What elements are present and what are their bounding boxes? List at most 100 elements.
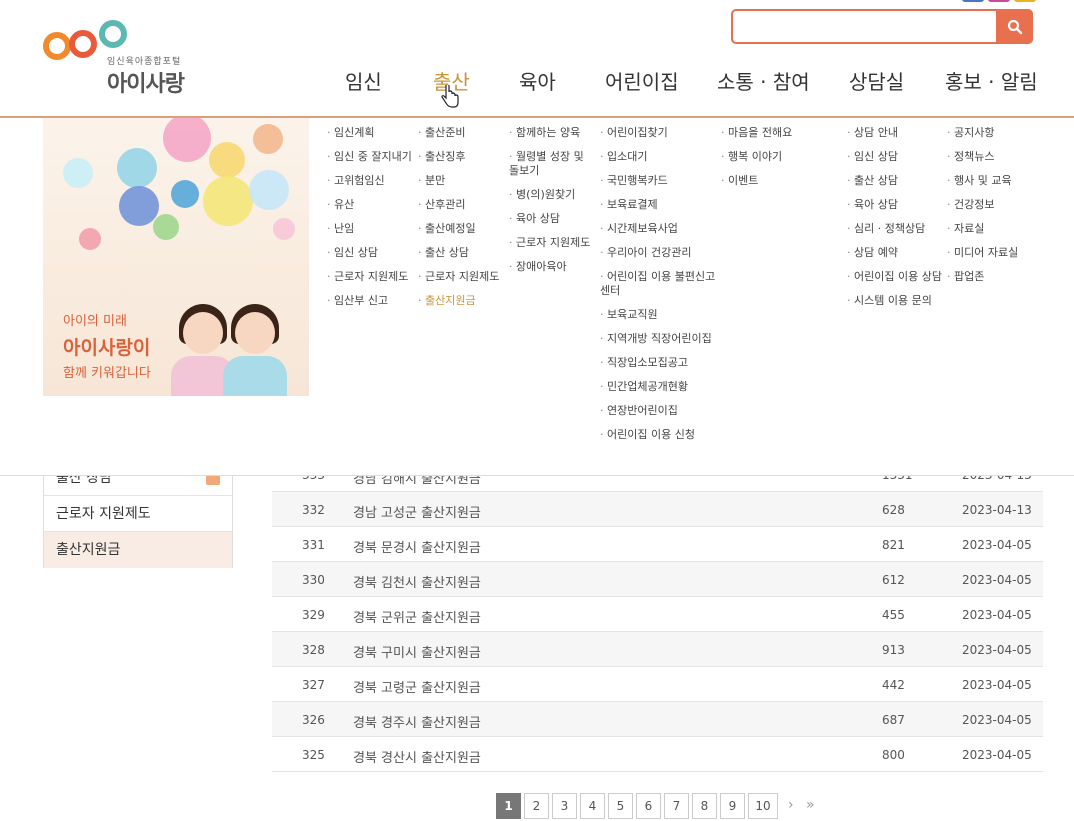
quick-link-pink[interactable] <box>988 0 1010 2</box>
cell-views: 687 <box>882 713 905 727</box>
sidebar-item-birth-subsidy[interactable]: 출산지원금 <box>44 532 232 568</box>
menu-item[interactable]: 자료실 <box>947 222 1047 236</box>
menu-item[interactable]: 이벤트 <box>721 174 831 188</box>
menu-item[interactable]: 임신 상담 <box>847 150 947 164</box>
cell-title[interactable]: 경북 구미시 출산지원금 <box>353 642 481 661</box>
nav-notice[interactable]: 홍보 · 알림 <box>945 66 1038 95</box>
menu-item[interactable]: 공지사항 <box>947 126 1047 140</box>
menu-item[interactable]: 행복 이야기 <box>721 150 831 164</box>
menu-item[interactable]: 보육교직원 <box>600 308 718 322</box>
search-button[interactable] <box>996 9 1033 44</box>
menu-item[interactable]: 국민행복카드 <box>600 174 718 188</box>
menu-item[interactable]: 보육료결제 <box>600 198 718 212</box>
menu-item[interactable]: 어린이집 이용 신청 <box>600 428 718 442</box>
menu-item[interactable]: 행사 및 교육 <box>947 174 1047 188</box>
table-row[interactable]: 328 경북 구미시 출산지원금 913 2023-04-05 <box>272 632 1043 667</box>
last-page-icon[interactable]: » <box>806 797 815 813</box>
menu-item[interactable]: 우리아이 건강관리 <box>600 246 718 260</box>
menu-item[interactable]: 정책뉴스 <box>947 150 1047 164</box>
nav-parenting[interactable]: 육아 <box>519 66 556 95</box>
table-row[interactable]: 330 경북 김천시 출산지원금 612 2023-04-05 <box>272 562 1043 597</box>
nav-pregnancy[interactable]: 임신 <box>345 66 382 95</box>
menu-item[interactable]: 어린이집찾기 <box>600 126 718 140</box>
menu-item[interactable]: 산후관리 <box>418 198 506 212</box>
menu-item[interactable]: 직장입소모집공고 <box>600 356 718 370</box>
hand-cursor-icon <box>441 85 459 108</box>
cell-num: 332 <box>302 503 325 517</box>
menu-item[interactable]: 출산 상담 <box>847 174 947 188</box>
menu-item[interactable]: 건강정보 <box>947 198 1047 212</box>
table-row[interactable]: 326 경북 경주시 출산지원금 687 2023-04-05 <box>272 702 1043 737</box>
page-button[interactable]: 10 <box>748 793 778 819</box>
quick-link-blue[interactable] <box>962 0 984 2</box>
menu-item[interactable]: 분만 <box>418 174 506 188</box>
cell-title[interactable]: 경북 군위군 출산지원금 <box>353 607 481 626</box>
menu-item[interactable]: 고위험임신 <box>327 174 415 188</box>
nav-daycare[interactable]: 어린이집 <box>605 66 679 95</box>
cell-title[interactable]: 경북 경산시 출산지원금 <box>353 747 481 766</box>
menu-item[interactable]: 유산 <box>327 198 415 212</box>
menu-item[interactable]: 심리 · 정책상담 <box>847 222 947 236</box>
menu-item[interactable]: 출산 상담 <box>418 246 506 260</box>
table-row[interactable]: 325 경북 경산시 출산지원금 800 2023-04-05 <box>272 737 1043 772</box>
menu-item[interactable]: 팝업존 <box>947 270 1047 284</box>
page-button[interactable]: 2 <box>524 793 549 819</box>
page-button[interactable]: 4 <box>580 793 605 819</box>
menu-item[interactable]: 임신 중 잘지내기 <box>327 150 415 164</box>
menu-item[interactable]: 출산준비 <box>418 126 506 140</box>
sidebar-item-worker-support[interactable]: 근로자 지원제도 <box>44 496 232 532</box>
table-row[interactable]: 332 경남 고성군 출산지원금 628 2023-04-13 <box>272 492 1043 527</box>
page-button[interactable]: 6 <box>636 793 661 819</box>
page-button[interactable]: 9 <box>720 793 745 819</box>
menu-item[interactable]: 미디어 자료실 <box>947 246 1047 260</box>
menu-item[interactable]: 상담 예약 <box>847 246 947 260</box>
page-button[interactable]: 8 <box>692 793 717 819</box>
cell-views: 442 <box>882 678 905 692</box>
menu-item[interactable]: 마음을 전해요 <box>721 126 831 140</box>
cell-title[interactable]: 경북 김천시 출산지원금 <box>353 572 481 591</box>
menu-item[interactable]: 함께하는 양육 <box>509 126 597 140</box>
cell-title[interactable]: 경북 경주시 출산지원금 <box>353 712 481 731</box>
promo-banner[interactable]: 아이의 미래 아이사랑이 함께 키워갑니다 <box>43 118 309 396</box>
cell-title[interactable]: 경북 문경시 출산지원금 <box>353 537 481 556</box>
table-row[interactable]: 331 경북 문경시 출산지원금 821 2023-04-05 <box>272 527 1043 562</box>
menu-item[interactable]: 근로자 지원제도 <box>418 270 506 284</box>
menu-item[interactable]: 장애아육아 <box>509 260 597 274</box>
menu-item[interactable]: 출산징후 <box>418 150 506 164</box>
menu-item[interactable]: 시스템 이용 문의 <box>847 294 947 308</box>
menu-item[interactable]: 시간제보육사업 <box>600 222 718 236</box>
menu-item[interactable]: 연장반어린이집 <box>600 404 718 418</box>
menu-item[interactable]: 육아 상담 <box>847 198 947 212</box>
menu-item[interactable]: 지역개방 직장어린이집 <box>600 332 718 346</box>
search-input[interactable] <box>731 9 1033 44</box>
table-row[interactable]: 327 경북 고령군 출산지원금 442 2023-04-05 <box>272 667 1043 702</box>
page-button[interactable]: 3 <box>552 793 577 819</box>
menu-item[interactable]: 입소대기 <box>600 150 718 164</box>
sub-sidebar: 출산 상담 근로자 지원제도 출산지원금 <box>43 460 233 568</box>
menu-item[interactable]: 어린이집 이용 불편신고센터 <box>600 270 718 298</box>
menu-item[interactable]: 근로자 지원제도 <box>509 236 597 250</box>
menu-item[interactable]: 임신계획 <box>327 126 415 140</box>
menu-item[interactable]: 어린이집 이용 상담 <box>847 270 947 284</box>
cell-title[interactable]: 경북 고령군 출산지원금 <box>353 677 481 696</box>
menu-item[interactable]: 월령별 성장 및 돌보기 <box>509 150 597 178</box>
table-row[interactable]: 329 경북 군위군 출산지원금 455 2023-04-05 <box>272 597 1043 632</box>
menu-item[interactable]: 임산부 신고 <box>327 294 415 308</box>
menu-item[interactable]: 출산지원금 <box>418 294 506 308</box>
menu-item[interactable]: 출산예정일 <box>418 222 506 236</box>
menu-item[interactable]: 민간업체공개현황 <box>600 380 718 394</box>
menu-item[interactable]: 육아 상담 <box>509 212 597 226</box>
nav-counseling[interactable]: 상담실 <box>849 66 904 95</box>
quick-link-yellow[interactable] <box>1014 0 1036 2</box>
cell-title[interactable]: 경남 고성군 출산지원금 <box>353 502 481 521</box>
menu-item[interactable]: 임신 상담 <box>327 246 415 260</box>
menu-item[interactable]: 병(의)원찾기 <box>509 188 597 202</box>
menu-item[interactable]: 근로자 지원제도 <box>327 270 415 284</box>
menu-item[interactable]: 상담 안내 <box>847 126 947 140</box>
page-button[interactable]: 1 <box>496 793 521 819</box>
page-button[interactable]: 7 <box>664 793 689 819</box>
nav-community[interactable]: 소통 · 참여 <box>717 66 810 95</box>
menu-item[interactable]: 난임 <box>327 222 415 236</box>
page-button[interactable]: 5 <box>608 793 633 819</box>
next-page-icon[interactable]: › <box>788 797 794 813</box>
